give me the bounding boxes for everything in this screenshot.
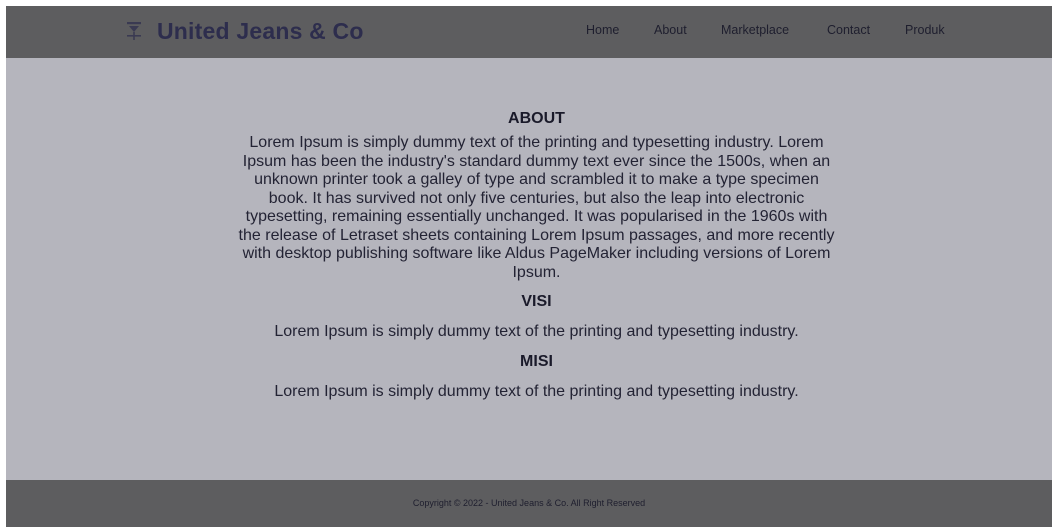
nav-link-produk[interactable]: Produk	[905, 23, 945, 37]
visi-heading: VISI	[521, 293, 552, 310]
nav-link-contact[interactable]: Contact	[827, 23, 870, 37]
nav-link-marketplace[interactable]: Marketplace	[721, 23, 789, 37]
nav-menu: Home About Marketplace Contact Produk	[6, 23, 1052, 41]
visi-text: Lorem Ipsum is simply dummy text of the …	[274, 323, 799, 340]
nav-link-home[interactable]: Home	[586, 23, 619, 37]
about-text: Lorem Ipsum is simply dummy text of the …	[238, 134, 835, 281]
misi-heading: MISI	[520, 352, 553, 370]
nav-link-about[interactable]: About	[654, 23, 687, 37]
page-frame: United Jeans & Co Home About Marketplace…	[6, 6, 1052, 527]
navbar: United Jeans & Co Home About Marketplace…	[6, 6, 1052, 58]
copyright-text: Copyright © 2022 - United Jeans & Co. Al…	[412, 498, 646, 508]
footer: Copyright © 2022 - United Jeans & Co. Al…	[6, 480, 1052, 527]
misi-text: Lorem Ipsum is simply dummy text of the …	[274, 382, 799, 400]
main-content: ABOUT Lorem Ipsum is simply dummy text o…	[236, 110, 837, 401]
about-heading: ABOUT	[508, 110, 565, 127]
